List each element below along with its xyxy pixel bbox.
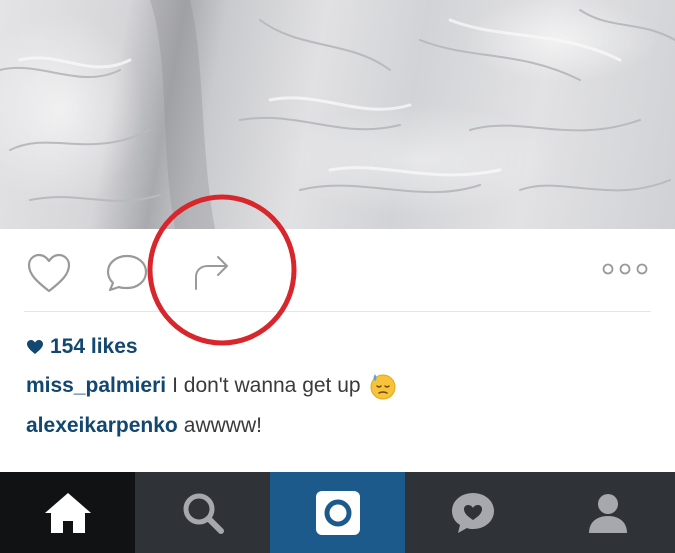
activity-icon xyxy=(451,492,494,533)
tab-search[interactable] xyxy=(135,472,270,553)
tab-home[interactable] xyxy=(0,472,135,553)
camera-icon xyxy=(315,490,360,535)
comment-username[interactable]: miss_palmieri xyxy=(26,374,166,398)
bottom-tab-bar xyxy=(0,472,675,553)
likes-text: 154 likes xyxy=(50,335,138,358)
heart-filled-icon xyxy=(27,340,43,354)
search-icon xyxy=(183,493,224,534)
profile-icon xyxy=(588,493,627,533)
more-icon[interactable] xyxy=(601,262,649,276)
post-photo[interactable] xyxy=(0,0,675,229)
sleepy-sweat-emoji-icon xyxy=(370,374,396,400)
action-divider xyxy=(24,311,651,312)
bedsheet-wrinkles xyxy=(0,0,675,229)
tab-profile[interactable] xyxy=(540,472,675,553)
likes-count[interactable]: 154 likes xyxy=(26,334,138,360)
caption-comment: alexeikarpenko awwww! xyxy=(26,412,262,440)
tab-camera[interactable] xyxy=(270,472,405,553)
home-icon xyxy=(44,492,91,533)
comment-username[interactable]: alexeikarpenko xyxy=(26,414,178,438)
caption-comment: miss_palmieri I don't wanna get up xyxy=(26,372,397,400)
comment-icon[interactable] xyxy=(104,252,150,294)
share-icon[interactable] xyxy=(190,251,234,293)
comment-text: awwww! xyxy=(183,414,262,437)
heart-icon[interactable] xyxy=(26,252,72,294)
comment-text: I don't wanna get up xyxy=(172,374,361,397)
tab-activity[interactable] xyxy=(405,472,540,553)
post-action-bar xyxy=(0,229,675,311)
